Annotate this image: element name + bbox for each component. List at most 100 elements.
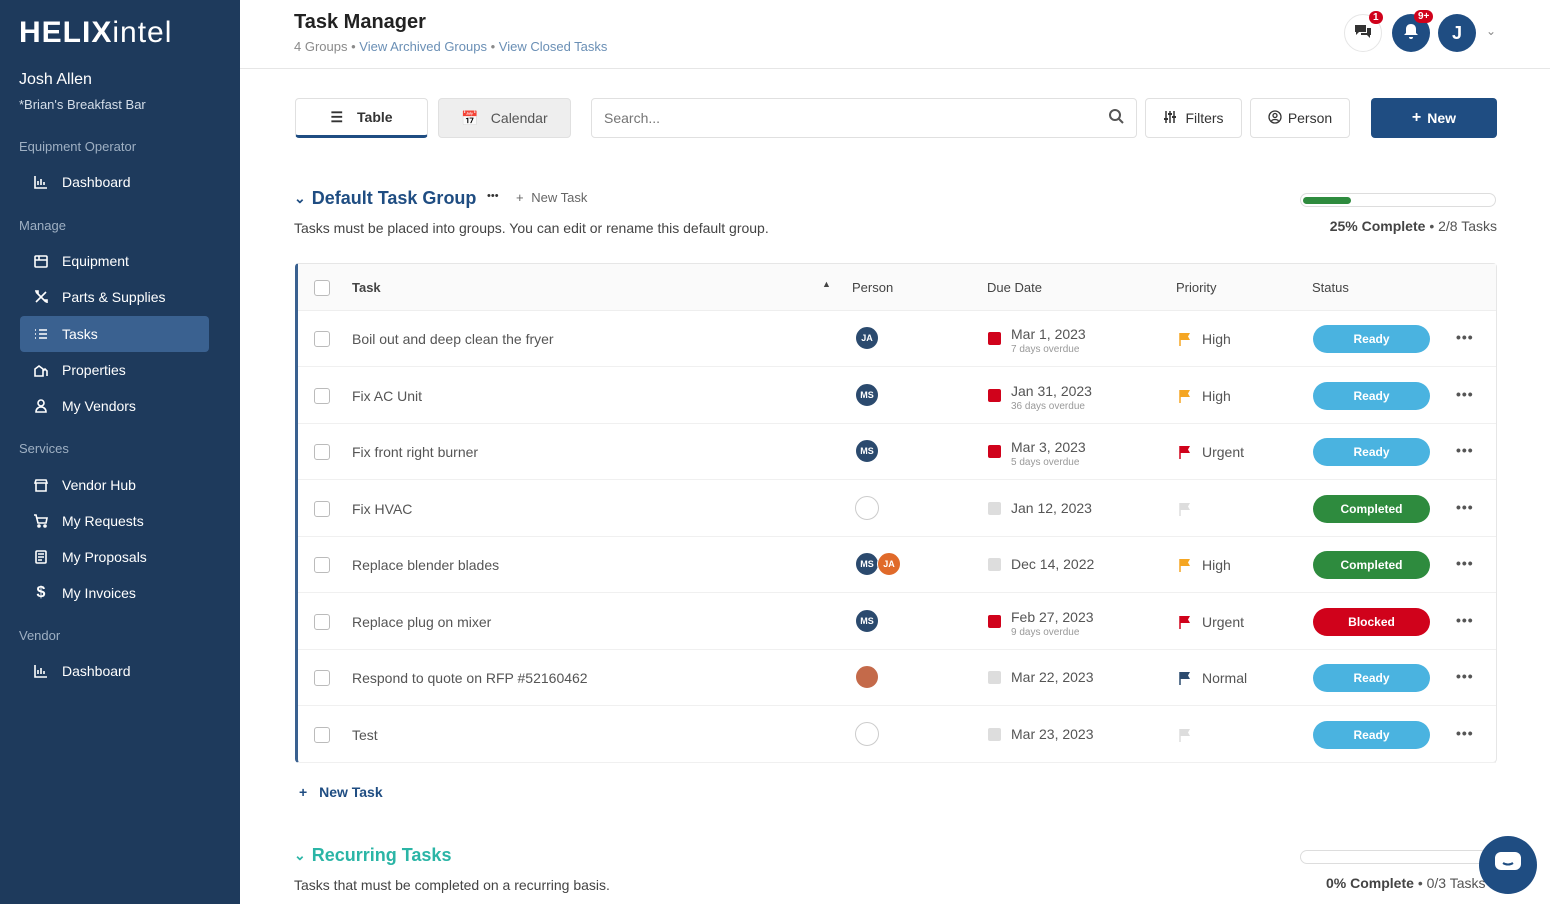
view-archived-groups-link[interactable]: View Archived Groups <box>359 39 487 54</box>
row-checkbox[interactable] <box>314 726 330 743</box>
status-badge[interactable]: Ready <box>1313 720 1430 749</box>
column-due-date[interactable]: Due Date <box>987 280 1042 295</box>
sidebar-item-properties[interactable]: Properties <box>20 352 209 388</box>
task-name[interactable]: Fix HVAC <box>352 501 412 517</box>
flag-icon[interactable] <box>1178 332 1192 346</box>
sidebar-item-parts-supplies[interactable]: Parts & Supplies <box>20 279 209 315</box>
chevron-down-icon[interactable]: ⌄ <box>294 847 306 864</box>
new-button[interactable]: + New <box>1371 98 1497 138</box>
table-row[interactable]: Boil out and deep clean the fryer JA Mar 1… <box>298 311 1496 367</box>
select-all-checkbox[interactable] <box>314 280 330 296</box>
row-more-button[interactable]: ••• <box>1456 442 1474 458</box>
sidebar-item-equipment[interactable]: Equipment <box>20 243 209 279</box>
search-icon[interactable] <box>1108 108 1124 129</box>
helix-logo[interactable]: HELIXintel <box>19 16 172 50</box>
flag-icon[interactable] <box>1178 389 1192 403</box>
row-checkbox[interactable] <box>314 670 330 686</box>
avatar[interactable]: MS <box>855 608 879 633</box>
status-badge[interactable]: Completed <box>1313 551 1430 579</box>
group-title[interactable]: ⌄ Default Task Group <box>294 188 476 209</box>
avatar[interactable]: JA <box>855 326 879 350</box>
row-checkbox[interactable] <box>314 387 330 404</box>
table-row[interactable]: Replace plug on mixer MS Feb 27, 2023 9 day… <box>298 594 1496 650</box>
messages-button[interactable]: 1 <box>1344 11 1383 52</box>
table-row[interactable]: Fix HVAC Jan 12, 2023 Completed ••• <box>298 481 1496 537</box>
sidebar-item-my-invoices[interactable]: $ My Invoices <box>20 575 209 611</box>
sidebar-item-my-proposals[interactable]: My Proposals <box>20 539 209 575</box>
column-priority[interactable]: Priority <box>1176 280 1216 295</box>
column-task[interactable]: Task <box>352 280 381 295</box>
sidebar-item-label: Parts & Supplies <box>62 289 166 305</box>
flag-icon[interactable] <box>1178 615 1192 629</box>
table-row[interactable]: Fix front right burner MS Mar 3, 2023 5 day… <box>298 424 1496 480</box>
filters-button[interactable]: Filters <box>1145 98 1242 138</box>
task-name[interactable]: Boil out and deep clean the fryer <box>352 331 554 347</box>
avatar[interactable]: MS <box>855 552 879 576</box>
task-name[interactable]: Fix AC Unit <box>352 388 422 404</box>
unassigned-person-icon[interactable] <box>855 721 879 746</box>
calendar-view-tab[interactable]: 📅 Calendar <box>438 98 571 138</box>
row-checkbox[interactable] <box>314 500 330 517</box>
group-new-task-button[interactable]: + New Task <box>516 190 587 205</box>
task-name[interactable]: Fix front right burner <box>352 444 478 460</box>
view-closed-tasks-link[interactable]: View Closed Tasks <box>499 39 608 54</box>
person-filter-button[interactable]: Person <box>1250 98 1350 138</box>
footer-new-task-button[interactable]: + New Task <box>299 784 383 800</box>
status-badge[interactable]: Blocked <box>1313 607 1430 636</box>
chevron-down-icon[interactable]: ⌄ <box>1486 24 1496 38</box>
column-person[interactable]: Person <box>852 280 893 295</box>
row-more-button[interactable]: ••• <box>1456 555 1474 571</box>
group-more-button[interactable]: ••• <box>487 190 499 202</box>
avatar[interactable]: MS <box>855 439 879 463</box>
row-checkbox[interactable] <box>314 331 330 347</box>
sidebar-item-dashboard[interactable]: Dashboard <box>20 164 209 200</box>
due-date: Mar 23, 2023 <box>1011 725 1094 742</box>
search-input[interactable] <box>604 110 1108 126</box>
sidebar-item-vendor-hub[interactable]: Vendor Hub <box>20 467 209 503</box>
row-more-button[interactable]: ••• <box>1456 499 1474 515</box>
status-badge[interactable]: Completed <box>1313 494 1430 523</box>
user-avatar-button[interactable]: J <box>1438 14 1476 52</box>
chat-support-button[interactable] <box>1479 836 1537 894</box>
column-status[interactable]: Status <box>1312 280 1349 295</box>
sidebar-item-vendor-dashboard[interactable]: Dashboard <box>20 653 209 689</box>
table-row[interactable]: Test Mar 23, 2023 Ready ••• <box>298 707 1496 763</box>
status-badge[interactable]: Ready <box>1313 325 1430 353</box>
row-more-button[interactable]: ••• <box>1456 386 1474 402</box>
table-view-tab[interactable]: ☰ Table <box>295 98 428 138</box>
table-row[interactable]: Respond to quote on RFP #52160462 Mar 22,… <box>298 650 1496 706</box>
task-name[interactable]: Respond to quote on RFP #52160462 <box>352 670 588 686</box>
table-row[interactable]: Replace blender blades MS JA Dec 14, 2022 Hi… <box>298 537 1496 593</box>
unassigned-person-icon[interactable] <box>855 495 879 520</box>
task-name[interactable]: Replace plug on mixer <box>352 614 491 630</box>
avatar[interactable]: MS <box>855 382 879 407</box>
sidebar-item-label: My Invoices <box>62 585 136 601</box>
row-more-button[interactable]: ••• <box>1456 612 1474 628</box>
row-more-button[interactable]: ••• <box>1456 668 1474 684</box>
notifications-button[interactable]: 9+ <box>1392 10 1434 52</box>
flag-icon[interactable] <box>1178 445 1192 459</box>
sidebar-item-my-vendors[interactable]: My Vendors <box>20 388 209 424</box>
row-checkbox[interactable] <box>314 557 330 573</box>
task-name[interactable]: Test <box>352 727 378 743</box>
row-more-button[interactable]: ••• <box>1456 725 1474 741</box>
status-badge[interactable]: Ready <box>1313 438 1430 466</box>
sidebar-item-my-requests[interactable]: My Requests <box>20 503 209 539</box>
status-badge[interactable]: Ready <box>1313 664 1430 692</box>
table-row[interactable]: Fix AC Unit MS Jan 31, 2023 36 days overdue… <box>298 368 1496 424</box>
row-checkbox[interactable] <box>314 613 330 630</box>
sort-ascending-icon[interactable]: ▲ <box>822 279 831 289</box>
status-badge[interactable]: Ready <box>1313 381 1430 410</box>
flag-icon[interactable] <box>1178 502 1192 516</box>
recurring-group-title[interactable]: ⌄ Recurring Tasks <box>294 845 451 866</box>
sidebar-item-tasks[interactable]: Tasks <box>20 316 209 352</box>
avatar[interactable]: JA <box>877 552 901 576</box>
row-checkbox[interactable] <box>314 444 330 460</box>
row-more-button[interactable]: ••• <box>1456 329 1474 345</box>
chevron-down-icon[interactable]: ⌄ <box>294 190 306 207</box>
flag-icon[interactable] <box>1178 558 1192 572</box>
flag-icon[interactable] <box>1178 728 1192 742</box>
avatar-photo[interactable] <box>855 665 879 689</box>
flag-icon[interactable] <box>1178 671 1192 685</box>
task-name[interactable]: Replace blender blades <box>352 557 499 573</box>
